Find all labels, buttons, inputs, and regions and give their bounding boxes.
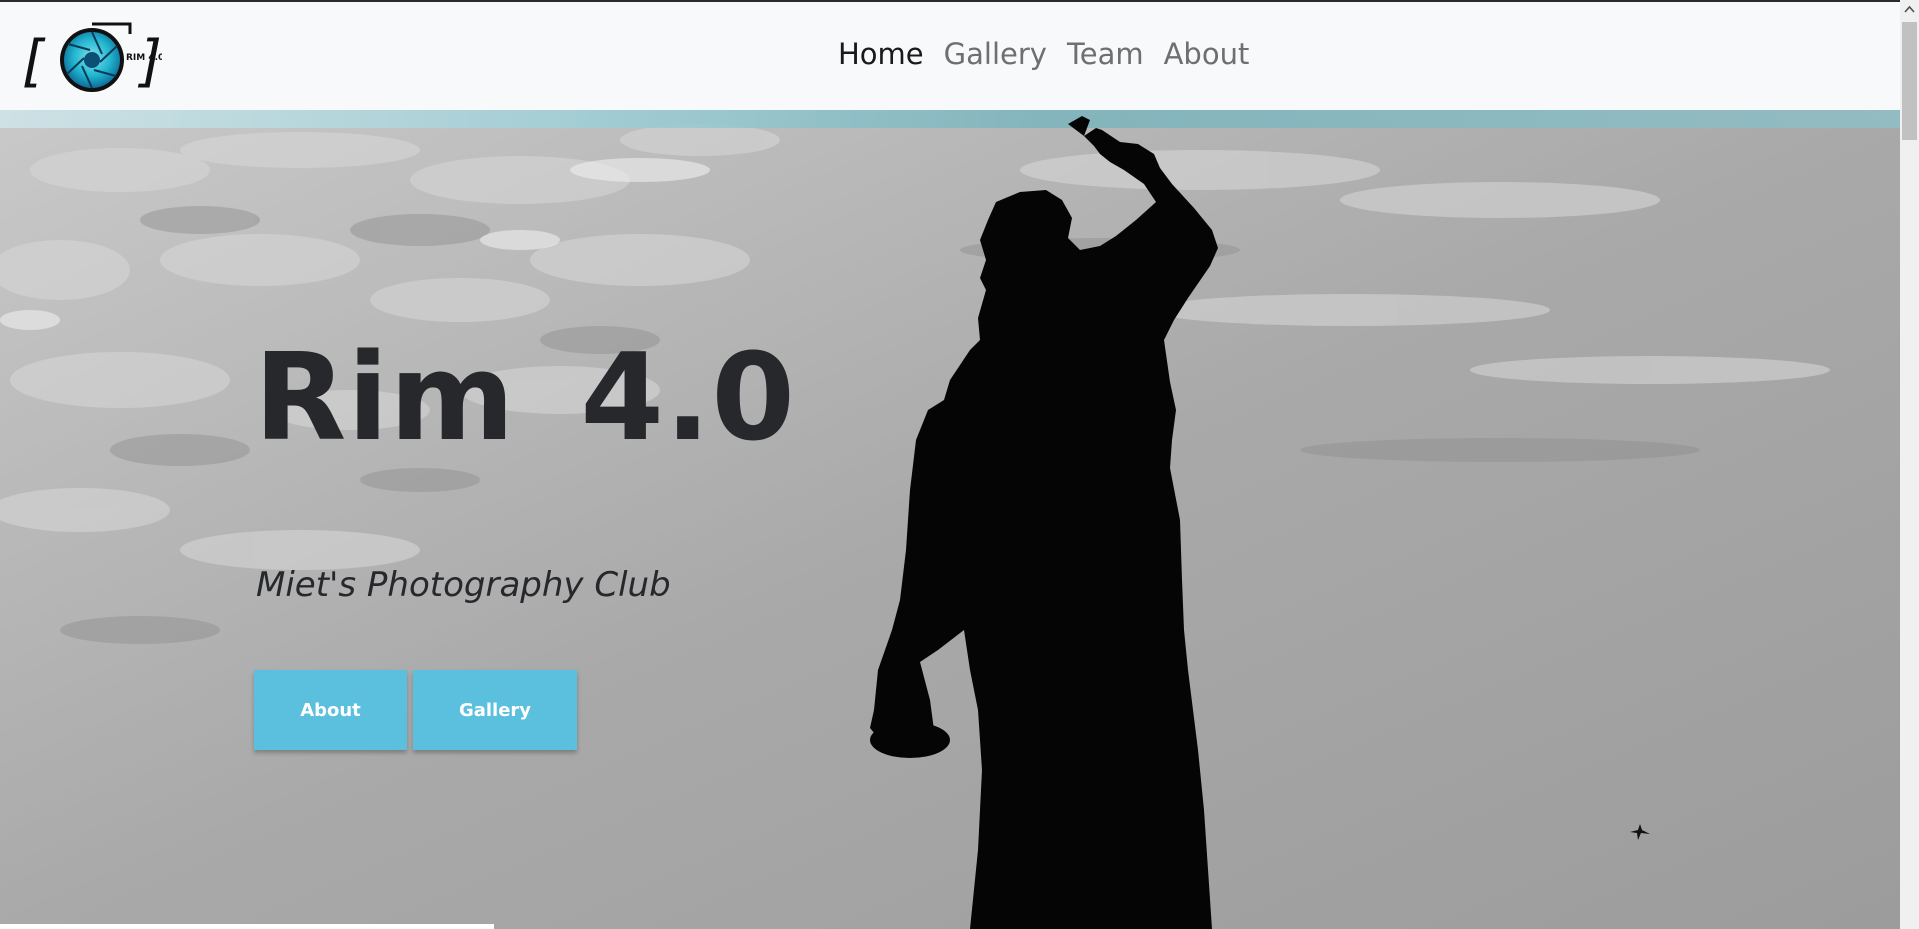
nav-link-gallery[interactable]: Gallery — [944, 32, 1047, 76]
hero-title: Rim 4.0 — [254, 329, 796, 468]
nav-link-team[interactable]: Team — [1067, 32, 1144, 76]
hero-button-row: About Gallery — [254, 670, 577, 750]
camera-aperture-logo-icon: [ ] RIM 4.0 — [22, 22, 164, 94]
vertical-scrollbar[interactable] — [1900, 0, 1919, 929]
photographer-silhouette-image — [870, 116, 1218, 929]
bottom-strip — [0, 924, 494, 929]
svg-text:RIM 4.0: RIM 4.0 — [126, 53, 162, 63]
hero-section: Rim 4.0 Miet's Photography Club About Ga… — [0, 110, 1900, 929]
bird-image — [1630, 824, 1650, 840]
hero-subtitle: Miet's Photography Club — [256, 565, 671, 605]
navbar: [ ] RIM 4.0 Home Gallery Team About — [0, 2, 1900, 110]
gallery-button[interactable]: Gallery — [413, 670, 577, 750]
page: [ ] RIM 4.0 Home Gallery Team About Rim … — [0, 0, 1900, 929]
about-button[interactable]: About — [254, 670, 407, 750]
main-nav: Home Gallery Team About — [838, 32, 1249, 76]
scrollbar-thumb[interactable] — [1902, 22, 1917, 140]
nav-link-about[interactable]: About — [1164, 32, 1250, 76]
nav-link-home[interactable]: Home — [838, 32, 924, 76]
site-logo[interactable]: [ ] RIM 4.0 — [22, 20, 164, 96]
chevron-up-icon[interactable] — [1900, 0, 1919, 20]
svg-text:[: [ — [22, 29, 46, 94]
